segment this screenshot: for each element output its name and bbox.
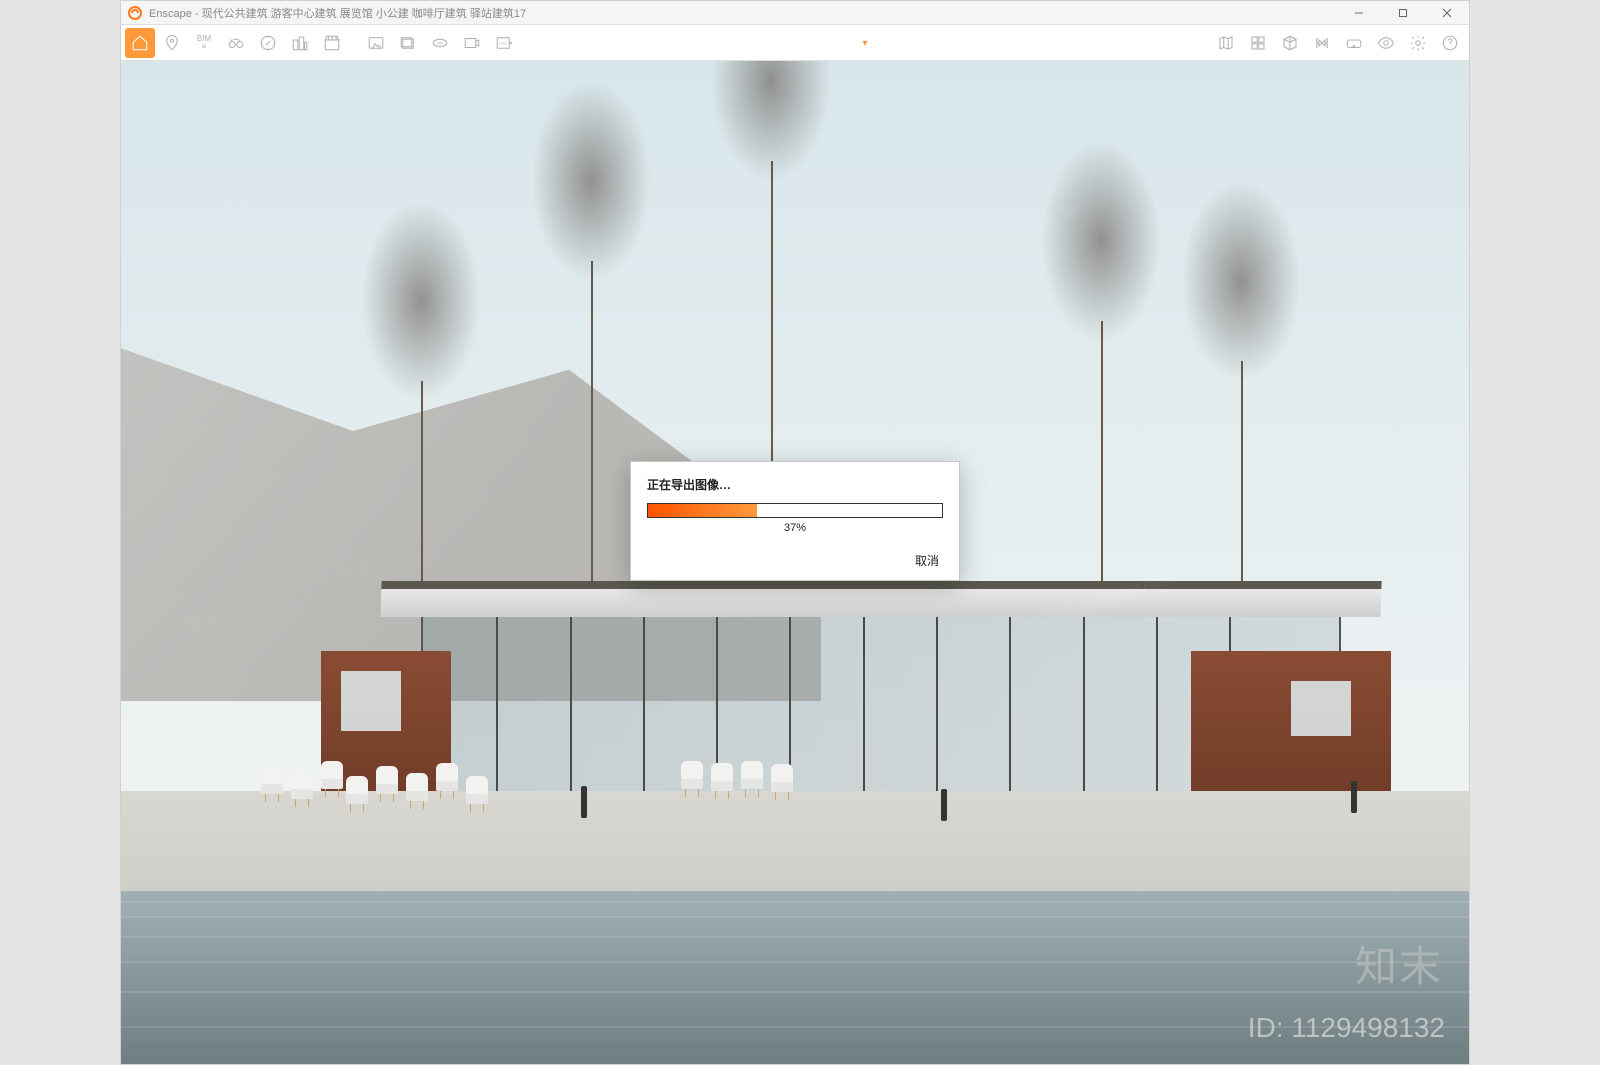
enscape-logo-icon bbox=[127, 5, 143, 21]
title-bar: Enscape - 现代公共建筑 游客中心建筑 展览馆 小公建 咖啡厅建筑 驿站… bbox=[121, 1, 1469, 25]
watermark-id: ID: 1129498132 bbox=[1248, 1012, 1445, 1044]
minimize-button[interactable] bbox=[1337, 1, 1381, 25]
scene-chair bbox=[466, 776, 488, 804]
batch-render-button[interactable] bbox=[393, 28, 423, 58]
progress-bar bbox=[647, 503, 943, 518]
scene-chair bbox=[771, 764, 793, 792]
visibility-button[interactable] bbox=[1371, 28, 1401, 58]
scene-bollard bbox=[1351, 781, 1357, 813]
home-button[interactable] bbox=[125, 28, 155, 58]
export-progress-dialog: 正在导出图像… 37% 取消 bbox=[630, 461, 960, 581]
progress-bar-fill bbox=[648, 504, 757, 517]
scene-chair bbox=[436, 763, 458, 791]
svg-text:360: 360 bbox=[437, 41, 443, 45]
help-button[interactable] bbox=[1435, 28, 1465, 58]
app-window: Enscape - 现代公共建筑 游客中心建筑 展览馆 小公建 咖啡厅建筑 驿站… bbox=[120, 0, 1470, 1065]
location-pin-button[interactable] bbox=[157, 28, 187, 58]
scene-chair bbox=[376, 766, 398, 794]
scene-tree bbox=[1101, 321, 1103, 591]
progress-percent-label: 37% bbox=[647, 522, 943, 534]
asset-library-button[interactable] bbox=[1243, 28, 1273, 58]
settings-button[interactable] bbox=[1403, 28, 1433, 58]
scene-bollard bbox=[581, 786, 587, 818]
scene-tree bbox=[421, 381, 423, 591]
toolbar: BIM≡ 360 EXE ▾ bbox=[121, 25, 1469, 61]
watermark-brand: 知末 bbox=[1355, 933, 1443, 994]
scene-tree bbox=[591, 261, 593, 581]
render-viewport[interactable]: 知末网 www.znzmo.com 知末网 www.znzmo.com 知末网 … bbox=[121, 61, 1469, 1064]
scene-bollard bbox=[941, 789, 947, 821]
bim-label: BIM bbox=[197, 34, 211, 43]
map-button[interactable] bbox=[1211, 28, 1241, 58]
scene-chair bbox=[711, 763, 733, 791]
compass-button[interactable] bbox=[253, 28, 283, 58]
scene-ground bbox=[121, 791, 1469, 901]
close-button[interactable] bbox=[1425, 1, 1469, 25]
vr-headset-button[interactable] bbox=[1339, 28, 1369, 58]
binoculars-button[interactable] bbox=[221, 28, 251, 58]
scene-chair bbox=[321, 761, 343, 789]
buildings-button[interactable] bbox=[285, 28, 315, 58]
toolbar-expand-caret-icon[interactable]: ▾ bbox=[862, 38, 867, 49]
bim-menu-button[interactable]: BIM≡ bbox=[189, 28, 219, 58]
dialog-actions: 取消 bbox=[647, 552, 943, 570]
toolbar-right-group bbox=[1211, 28, 1465, 58]
panorama-360-button[interactable]: 360 bbox=[425, 28, 455, 58]
cancel-button[interactable]: 取消 bbox=[911, 552, 943, 570]
svg-text:EXE: EXE bbox=[499, 41, 507, 45]
scene-tree bbox=[1241, 361, 1243, 591]
scene-chair bbox=[346, 776, 368, 804]
scene-chair bbox=[406, 773, 428, 801]
scene-chair bbox=[261, 766, 283, 794]
scene-building-roof bbox=[380, 581, 1381, 617]
scene-chair bbox=[741, 761, 763, 789]
dialog-title: 正在导出图像… bbox=[647, 476, 943, 493]
window-title: Enscape - 现代公共建筑 游客中心建筑 展览馆 小公建 咖啡厅建筑 驿站… bbox=[149, 5, 526, 21]
scene-chair bbox=[681, 761, 703, 789]
scene-wall bbox=[1191, 651, 1391, 801]
window-controls bbox=[1337, 1, 1469, 25]
scene-chair bbox=[291, 771, 313, 799]
sync-views-button[interactable] bbox=[1307, 28, 1337, 58]
clapperboard-button[interactable] bbox=[317, 28, 347, 58]
video-export-button[interactable] bbox=[457, 28, 487, 58]
screenshot-button[interactable] bbox=[361, 28, 391, 58]
exe-export-button[interactable]: EXE bbox=[489, 28, 519, 58]
toolbar-left-group: BIM≡ 360 EXE bbox=[125, 28, 519, 58]
maximize-button[interactable] bbox=[1381, 1, 1425, 25]
cube-view-button[interactable] bbox=[1275, 28, 1305, 58]
